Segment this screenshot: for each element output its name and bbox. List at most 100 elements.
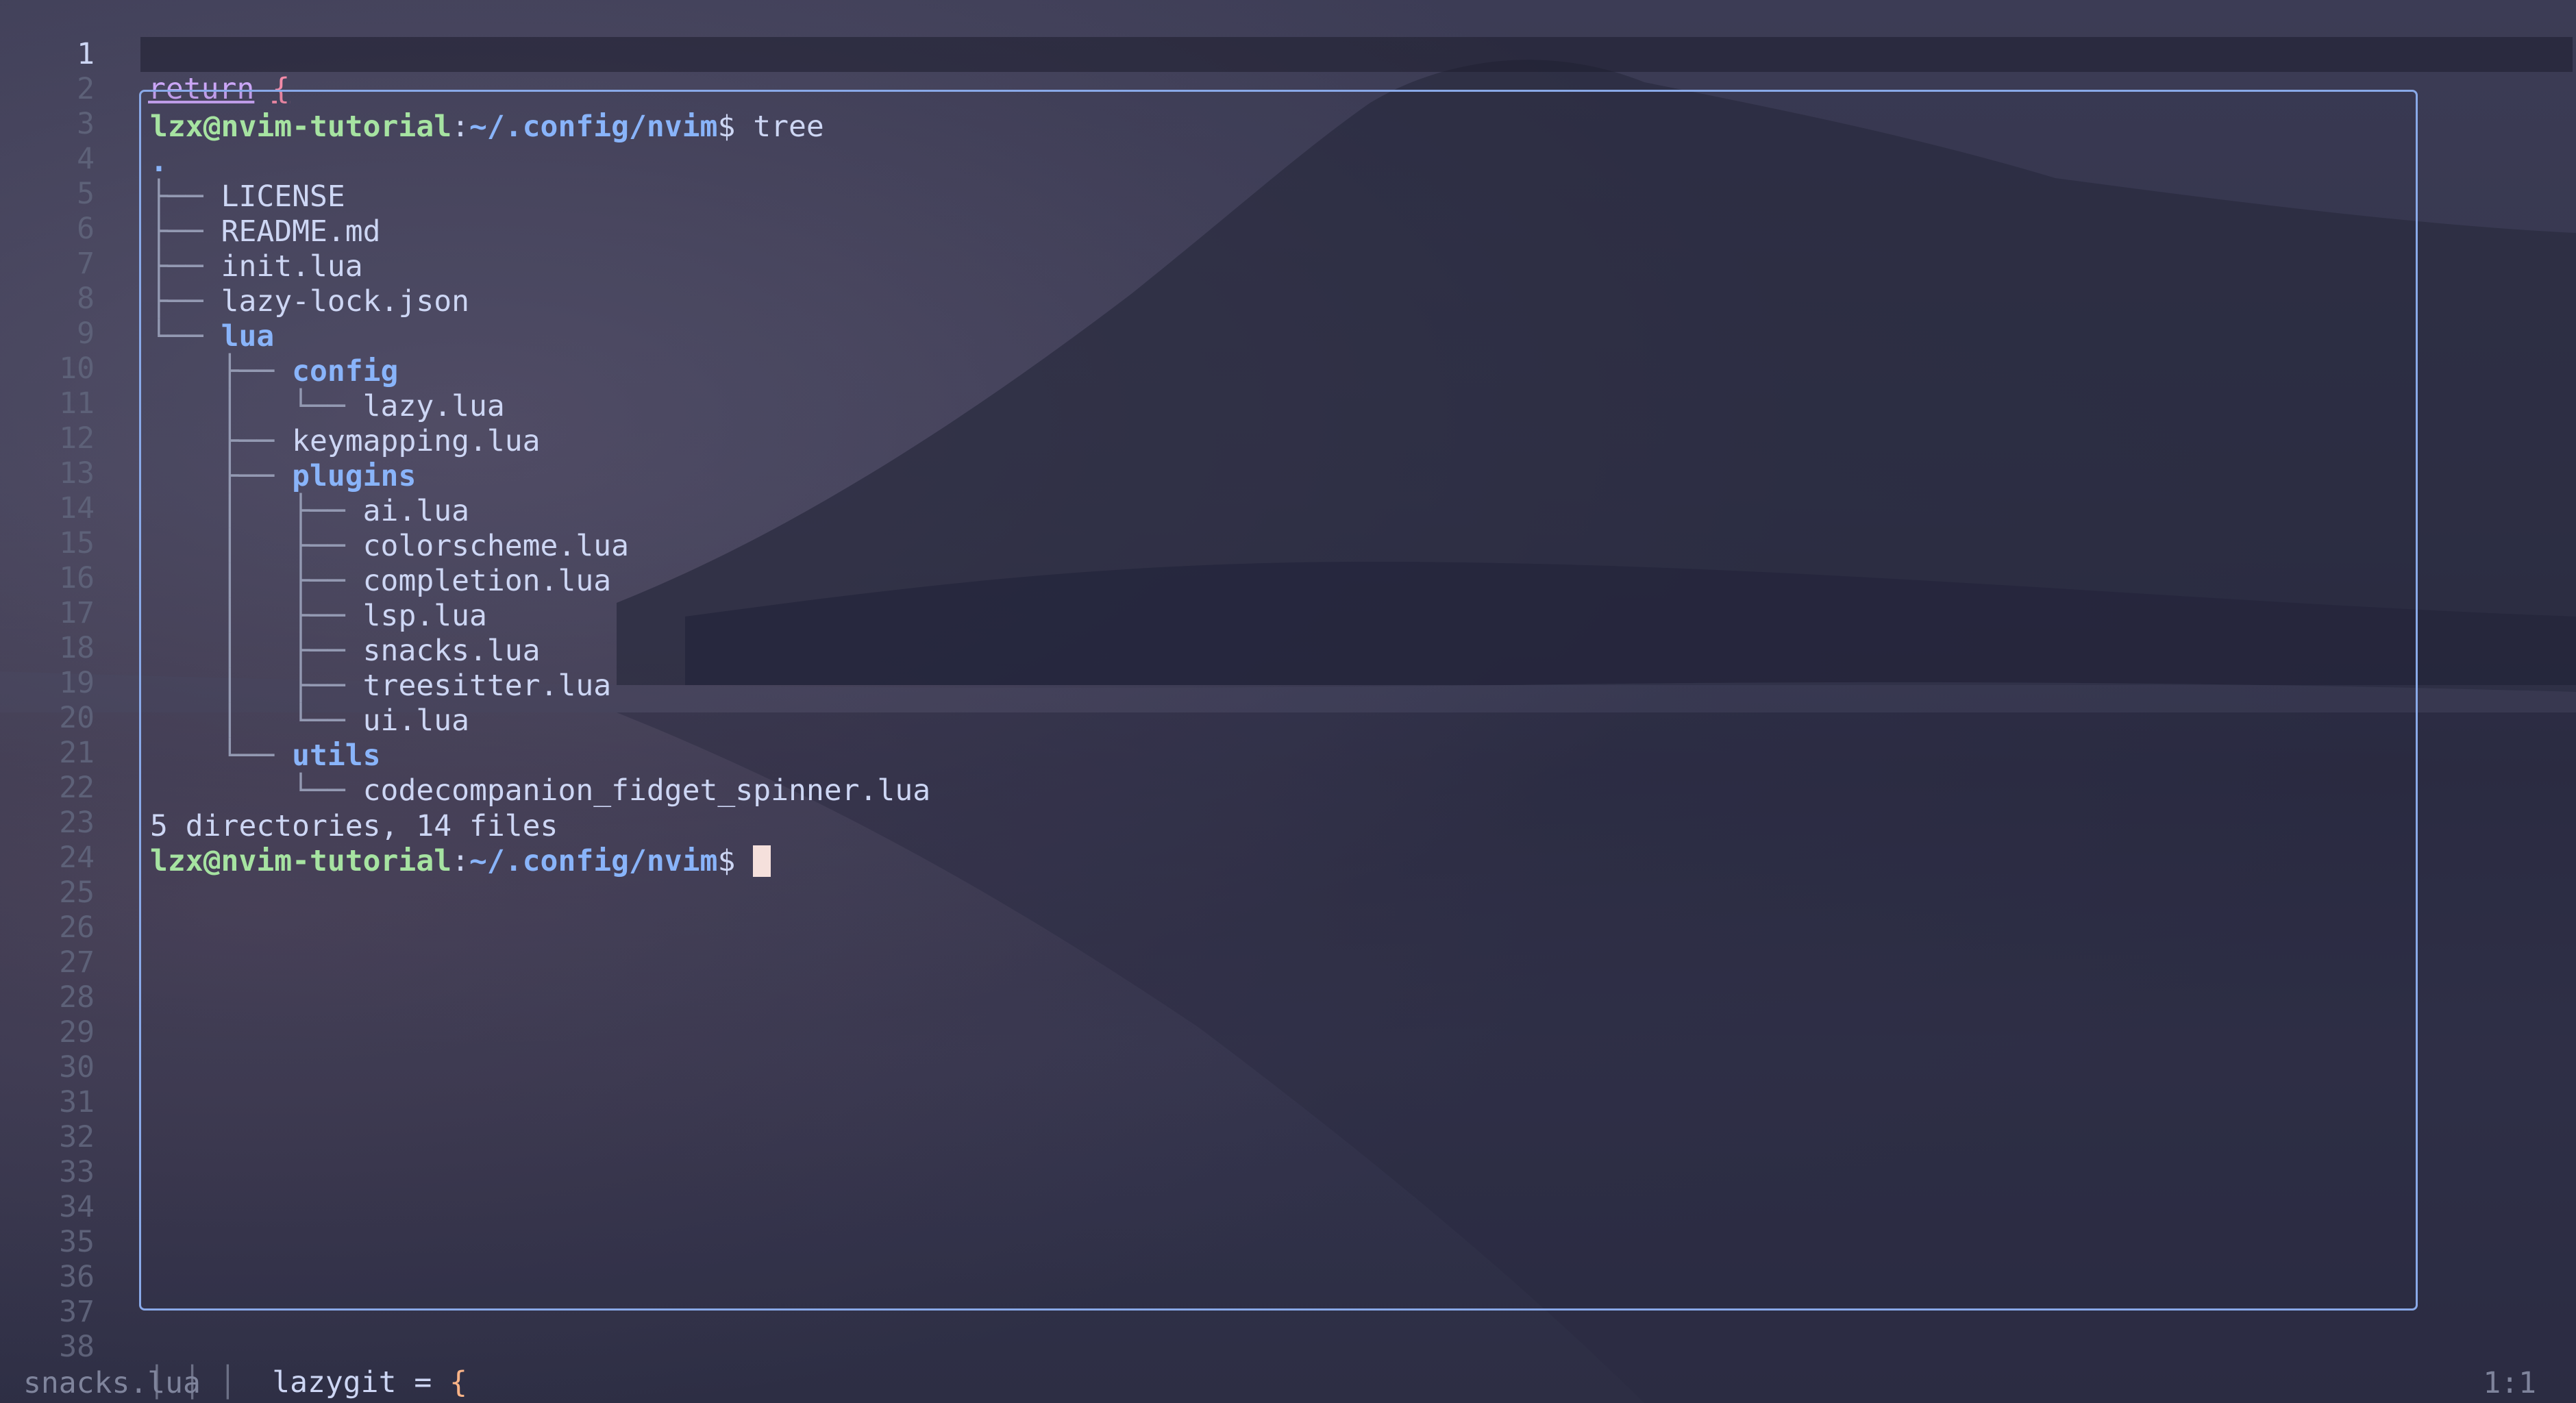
- tree-file: keymapping.lua: [292, 424, 541, 458]
- tree-directory: config: [292, 354, 399, 388]
- prompt-path: ~/.config/nvim: [469, 110, 718, 144]
- line-number: 29: [59, 1015, 95, 1050]
- cursor-position: 1:1: [2483, 1366, 2536, 1400]
- tree-file: lazy.lua: [362, 389, 505, 423]
- tree-guide: ├──: [150, 214, 221, 249]
- tree-entry: │ └── lazy.lua: [150, 389, 505, 424]
- tree-entry: │ └── ui.lua: [150, 704, 469, 738]
- line-number: 27: [59, 945, 95, 980]
- line-number: 23: [59, 806, 95, 840]
- tree-entry: ├── README.md: [150, 214, 381, 249]
- tree-guide: │ ├──: [150, 599, 363, 633]
- tree-guide: │ └──: [150, 389, 363, 423]
- tree-entry: ├── lazy-lock.json: [150, 284, 469, 319]
- line-number: 19: [59, 666, 95, 700]
- tree-entry: │ ├── snacks.lua: [150, 634, 541, 669]
- line-number: 4: [77, 142, 95, 176]
- prompt-user: lzx@nvim-tutorial: [150, 844, 452, 878]
- line-number: 24: [59, 841, 95, 875]
- line-number: 33: [59, 1155, 95, 1189]
- tree-file: lazy-lock.json: [221, 284, 469, 319]
- cursor-line-highlight: [140, 37, 2573, 72]
- line-number: 3: [77, 107, 95, 141]
- line-number: 26: [59, 910, 95, 945]
- tree-guide: ├──: [150, 354, 293, 388]
- tree-entry: │ ├── completion.lua: [150, 564, 612, 599]
- tree-file: snacks.lua: [362, 634, 541, 668]
- tree-guide: │ ├──: [150, 529, 363, 563]
- tree-file: lsp.lua: [362, 599, 487, 633]
- tree-guide: │ ├──: [150, 634, 363, 668]
- line-number: 9: [77, 316, 95, 351]
- tree-guide: ├──: [150, 284, 221, 319]
- line-number: 18: [59, 631, 95, 665]
- line-number: 6: [77, 212, 95, 246]
- tree-guide: .: [150, 145, 168, 179]
- line-number: 31: [59, 1085, 95, 1119]
- tree-guide: └──: [150, 773, 363, 808]
- tree-entry: │ ├── treesitter.lua: [150, 669, 612, 704]
- status-filename: snacks.lua: [23, 1366, 201, 1400]
- line-number: 21: [59, 736, 95, 770]
- tree-directory: lua: [221, 319, 275, 353]
- tree-entry: │ ├── ai.lua: [150, 494, 469, 529]
- code-line-1[interactable]: return {: [0, 37, 290, 106]
- tree-entry: ├── config: [150, 354, 399, 389]
- tree-guide: └──: [150, 319, 221, 353]
- line-number: 20: [59, 701, 95, 735]
- line-number: 7: [77, 247, 95, 281]
- tree-directory: utils: [292, 738, 381, 773]
- line-number: 36: [59, 1260, 95, 1294]
- line-number: 10: [59, 351, 95, 386]
- tree-guide: │ └──: [150, 704, 363, 738]
- line-number: 5: [77, 177, 95, 211]
- tree-guide: ├──: [150, 424, 293, 458]
- tree-directory: plugins: [292, 459, 417, 493]
- prompt-line: lzx@nvim-tutorial:~/.config/nvim$ tree: [150, 110, 824, 144]
- tree-guide: │ ├──: [150, 564, 363, 598]
- tree-entry: ├── init.lua: [150, 249, 363, 284]
- line-number: 8: [77, 282, 95, 316]
- line-number: 11: [59, 386, 95, 421]
- line-number: 30: [59, 1050, 95, 1084]
- tree-file: LICENSE: [221, 179, 345, 214]
- status-line: snacks.lua 1:1: [0, 1366, 2576, 1401]
- tree-file: ui.lua: [362, 704, 470, 738]
- line-number: 22: [59, 771, 95, 805]
- floating-terminal-window[interactable]: lzx@nvim-tutorial:~/.config/nvim$ tree .…: [139, 90, 2418, 1311]
- line-number: 14: [59, 491, 95, 525]
- line-number: 32: [59, 1120, 95, 1154]
- tree-file: init.lua: [221, 249, 363, 284]
- tree-file: codecompanion_fidget_spinner.lua: [362, 773, 931, 808]
- line-number: 12: [59, 421, 95, 456]
- line-number: 25: [59, 876, 95, 910]
- line-number: 15: [59, 526, 95, 560]
- tree-entry: ├── keymapping.lua: [150, 424, 541, 459]
- tree-guide: └──: [150, 738, 293, 773]
- prompt-user: lzx@nvim-tutorial: [150, 110, 452, 144]
- line-number: 28: [59, 980, 95, 1015]
- tree-file: ai.lua: [362, 494, 470, 528]
- tree-entry: └── lua: [150, 319, 274, 354]
- tree-guide: ├──: [150, 249, 221, 284]
- tree-entry: ├── LICENSE: [150, 179, 345, 214]
- tree-entry: └── codecompanion_fidget_spinner.lua: [150, 773, 930, 808]
- command-text: tree: [753, 110, 824, 144]
- tree-entry: └── utils: [150, 738, 381, 773]
- terminal-cursor: [753, 845, 771, 877]
- line-number: 34: [59, 1190, 95, 1224]
- tree-file: README.md: [221, 214, 381, 249]
- tree-guide: ├──: [150, 179, 221, 214]
- line-number: 13: [59, 456, 95, 491]
- code-line-38[interactable]: │ │ │ lazygit = {: [0, 1330, 467, 1400]
- tree-file: completion.lua: [362, 564, 612, 598]
- tree-entry: .: [150, 145, 168, 179]
- tree-guide: │ ├──: [150, 669, 363, 703]
- line-number: 37: [59, 1295, 95, 1329]
- tree-entry: ├── plugins: [150, 459, 417, 494]
- prompt-line-active[interactable]: lzx@nvim-tutorial:~/.config/nvim$: [150, 844, 771, 879]
- tree-file: colorscheme.lua: [362, 529, 629, 563]
- tree-guide: ├──: [150, 459, 293, 493]
- tree-file: treesitter.lua: [362, 669, 612, 703]
- tree-guide: │ ├──: [150, 494, 363, 528]
